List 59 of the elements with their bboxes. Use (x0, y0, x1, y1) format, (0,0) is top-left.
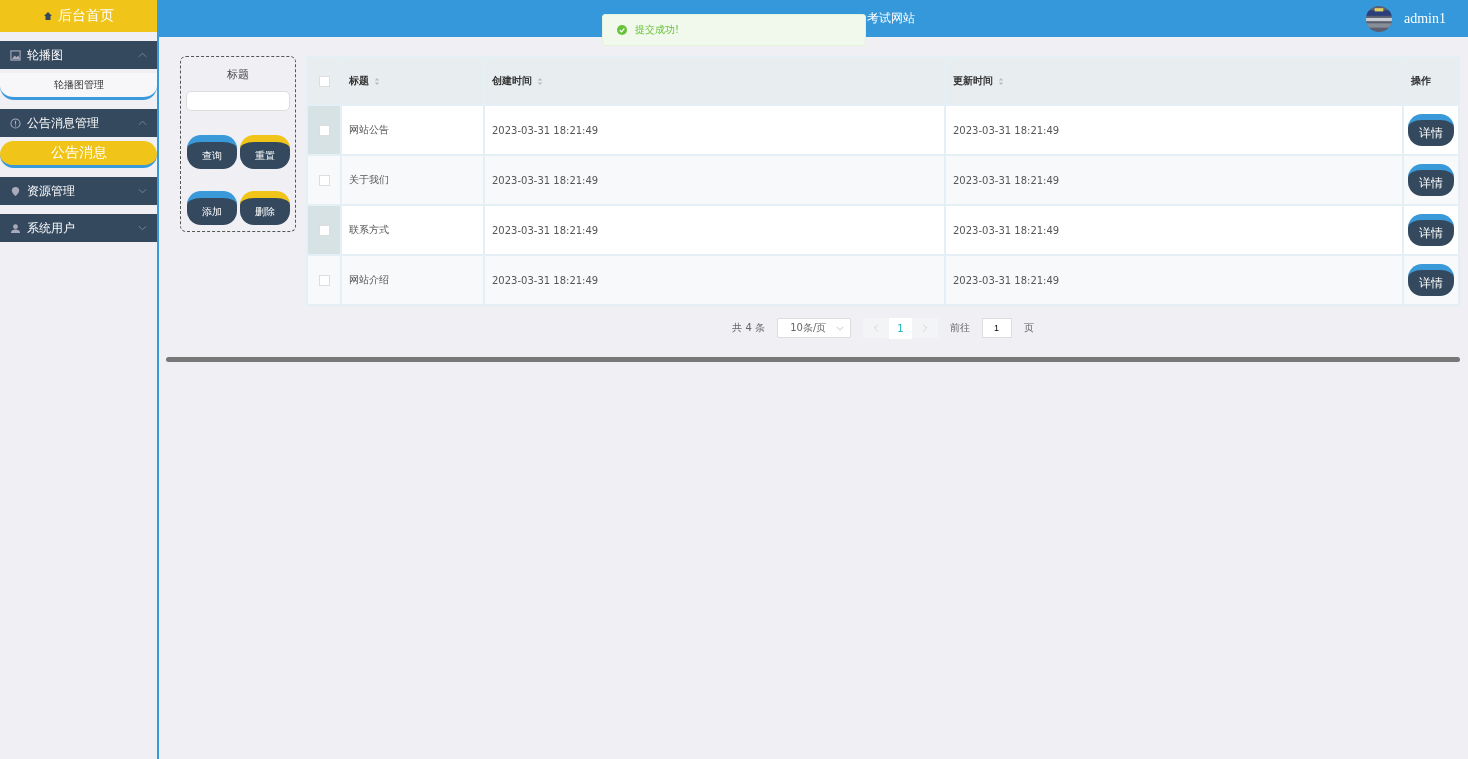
table-cell: 2023-03-31 18:21:49 (945, 105, 1403, 155)
goto-label: 前往 (949, 321, 970, 335)
page-unit: 页 (1023, 321, 1034, 335)
table-cell: 2023-03-31 18:21:49 (484, 105, 945, 155)
home-icon (43, 11, 53, 21)
image-icon (10, 49, 21, 61)
chevron-up-icon (138, 120, 147, 126)
table-cell: 联系方式 (341, 205, 484, 255)
table-cell: 2023-03-31 18:21:49 (945, 155, 1403, 205)
field-label: 标题 (227, 67, 249, 82)
sort-icon (537, 76, 543, 86)
action-button[interactable]: 添加 (186, 191, 237, 225)
column-header[interactable]: 更新时间 (945, 57, 1403, 105)
user-icon (10, 222, 21, 234)
sort-icon (374, 76, 380, 86)
table-cell: 2023-03-31 18:21:49 (484, 205, 945, 255)
table-cell: 2023-03-31 18:21:49 (484, 155, 945, 205)
page-input[interactable]: 1 (981, 318, 1012, 338)
sort-icon (998, 76, 1004, 86)
detail-button[interactable]: 详情 (1408, 164, 1454, 196)
table-cell: 2023-03-31 18:21:49 (945, 255, 1403, 305)
submenu-item[interactable]: 轮播图管理 (0, 73, 157, 100)
detail-button[interactable]: 详情 (1408, 264, 1454, 296)
menu-item[interactable]: 资源管理 (0, 177, 157, 205)
checkbox[interactable] (318, 274, 330, 286)
table-cell: 2023-03-31 18:21:49 (484, 255, 945, 305)
chevron-down-icon (138, 188, 147, 194)
site-title: 考试网站 (867, 10, 915, 27)
pin-icon (10, 185, 21, 197)
menu-item[interactable]: 轮播图 (0, 41, 157, 69)
detail-button[interactable]: 详情 (1408, 114, 1454, 146)
checkbox[interactable] (318, 124, 330, 136)
user-name: admin1 (1404, 10, 1446, 27)
scrollbar[interactable] (166, 357, 1460, 362)
menu-item[interactable]: 系统用户 (0, 214, 157, 242)
action-button[interactable]: 删除 (239, 191, 290, 225)
info-icon (10, 117, 21, 129)
detail-button[interactable]: 详情 (1408, 214, 1454, 246)
checkbox[interactable] (318, 75, 330, 87)
title-input[interactable] (186, 91, 290, 111)
chevron-up-icon (138, 52, 147, 58)
caret-icon (836, 325, 845, 331)
chevron-down-icon (138, 225, 147, 231)
column-header[interactable]: 创建时间 (484, 57, 945, 105)
check-icon (617, 25, 627, 35)
table-cell: 网站介绍 (341, 255, 484, 305)
checkbox[interactable] (318, 174, 330, 186)
table-cell: 2023-03-31 18:21:49 (945, 205, 1403, 255)
column-header[interactable]: 标题 (341, 57, 484, 105)
column-header[interactable]: 操作 (1403, 57, 1459, 105)
toast-message: 提交成功! (635, 23, 679, 37)
total-count: 共 4 条 (732, 321, 766, 335)
checkbox[interactable] (318, 224, 330, 236)
table-cell: 网站公告 (341, 105, 484, 155)
menu-item[interactable]: 公告消息管理 (0, 109, 157, 137)
table-cell: 关于我们 (341, 155, 484, 205)
action-button[interactable]: 查询 (186, 135, 237, 169)
action-button[interactable]: 重置 (239, 135, 290, 169)
page-size-select[interactable]: 10条/页 (777, 318, 852, 338)
